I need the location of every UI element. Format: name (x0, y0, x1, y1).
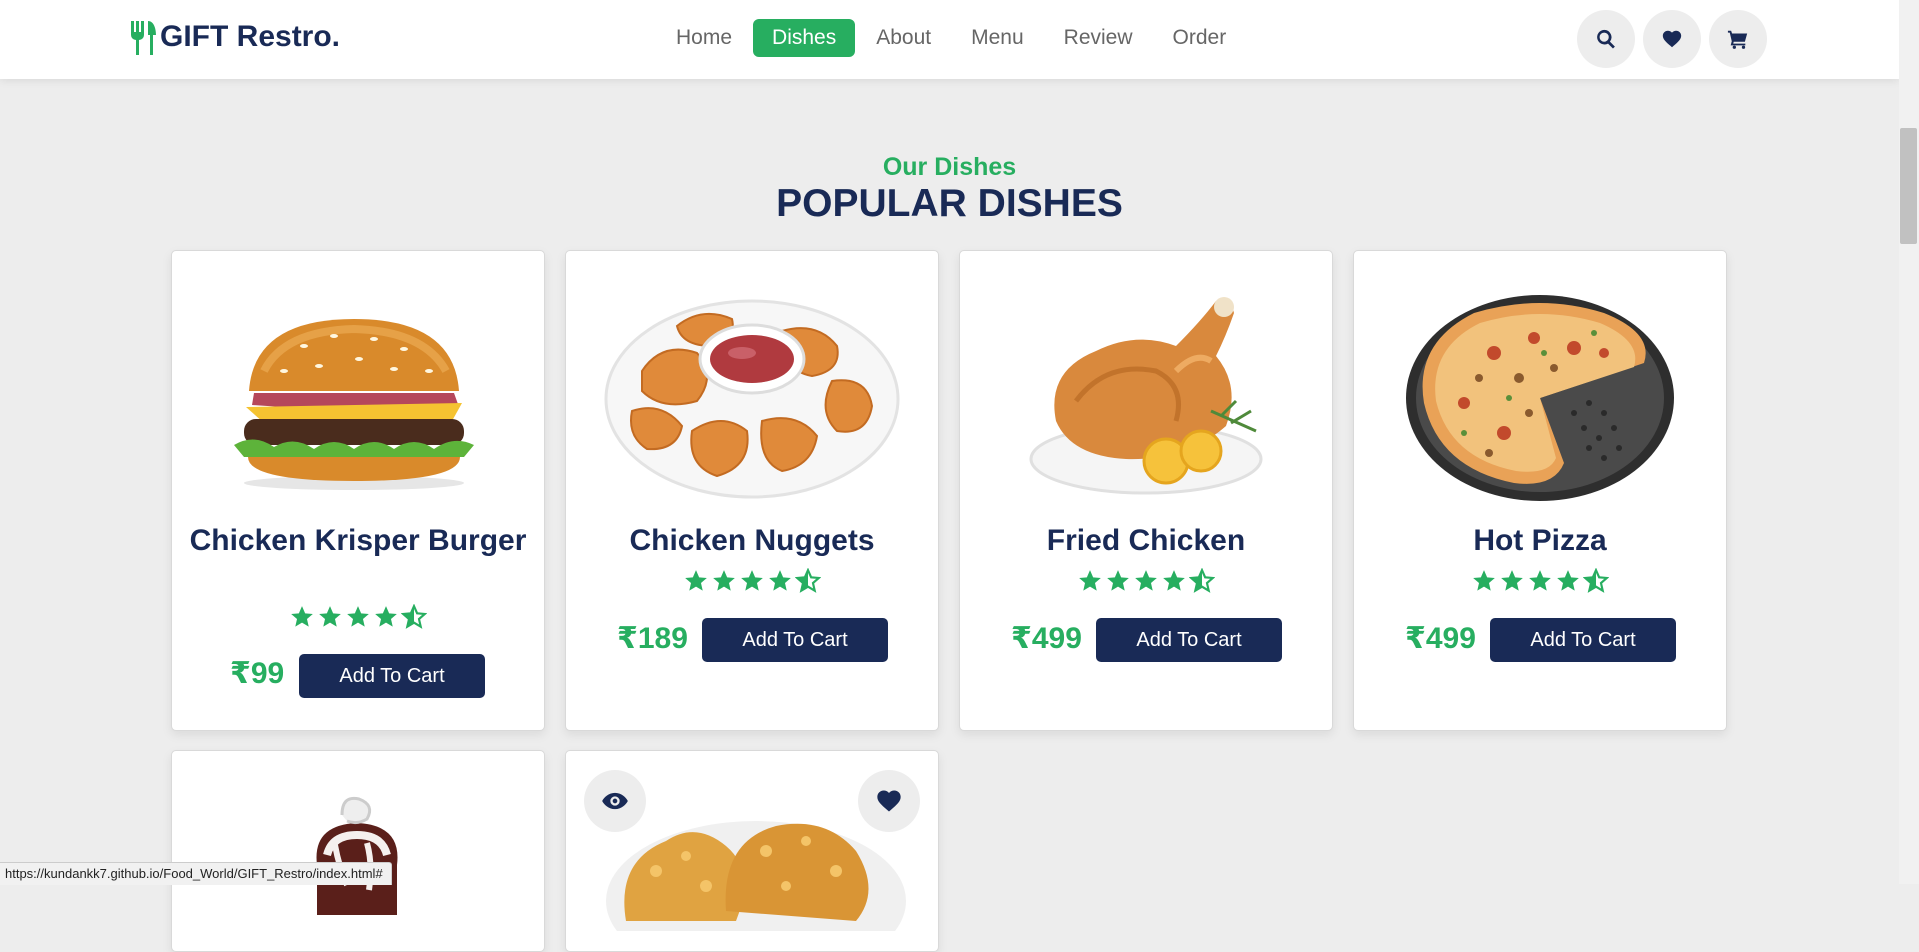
section-heading: POPULAR DISHES (776, 182, 1123, 225)
dish-price: ₹99 (230, 657, 285, 690)
dish-card (565, 750, 939, 952)
nuggets-image (604, 299, 900, 499)
shopping-cart-icon (1727, 30, 1748, 49)
dish-card: Chicken Krisper Burger ₹99 Add To Cart (171, 250, 545, 731)
dish-name: Fried Chicken (1046, 524, 1246, 557)
main-nav: Home Dishes About Menu Review Order (657, 19, 1247, 57)
heart-icon (877, 790, 901, 812)
site-header: GIFT Restro. Home Dishes About Menu Revi… (0, 0, 1899, 79)
star-half-icon (401, 604, 427, 629)
rating-stars (960, 568, 1332, 594)
search-icon (1597, 29, 1615, 49)
eye-icon (602, 792, 628, 810)
star-icon (1529, 570, 1551, 591)
logo[interactable]: GIFT Restro. (130, 19, 340, 55)
favorite-button[interactable] (858, 770, 920, 832)
cart-button[interactable] (1709, 10, 1767, 68)
burger-image (234, 319, 474, 490)
nav-about[interactable]: About (857, 19, 950, 57)
dish-price: ₹499 (1405, 622, 1476, 655)
star-icon (685, 570, 707, 591)
roast-chicken-image (1029, 297, 1263, 495)
dish-price: ₹189 (617, 622, 688, 655)
wishlist-button[interactable] (1643, 10, 1701, 68)
dish-card: Fried Chicken ₹499 Add To Cart (959, 250, 1333, 731)
star-icon (347, 606, 369, 627)
view-button[interactable] (584, 770, 646, 832)
dish-name: Hot Pizza (1473, 524, 1607, 557)
star-icon (1163, 570, 1185, 591)
dish-name: Chicken Krisper Burger (189, 524, 527, 557)
section-subheading: Our Dishes (882, 153, 1017, 181)
star-half-icon (1583, 568, 1609, 593)
star-icon (741, 570, 763, 591)
nav-order[interactable]: Order (1154, 19, 1246, 57)
pizza-image (1406, 295, 1674, 501)
heart-icon (1662, 30, 1682, 48)
dish-card: Chicken Nuggets ₹189 Add To Cart (565, 250, 939, 731)
star-icon (1135, 570, 1157, 591)
nav-home[interactable]: Home (657, 19, 751, 57)
dessert-image (316, 796, 398, 915)
star-icon (319, 606, 341, 627)
star-icon (1079, 570, 1101, 591)
dish-name: Chicken Nuggets (629, 524, 875, 557)
status-bar-url: https://kundankk7.github.io/Food_World/G… (0, 862, 392, 885)
star-icon (1473, 570, 1495, 591)
star-icon (1107, 570, 1129, 591)
add-to-cart-button[interactable]: Add To Cart (702, 618, 888, 662)
rating-stars (172, 604, 544, 630)
star-icon (375, 606, 397, 627)
nav-menu[interactable]: Menu (952, 19, 1043, 57)
dish-price: ₹499 (1011, 622, 1082, 655)
dish-card: Hot Pizza ₹499 Add To Cart (1353, 250, 1727, 731)
search-button[interactable] (1577, 10, 1635, 68)
star-icon (1557, 570, 1579, 591)
rating-stars (566, 568, 938, 594)
rating-stars (1354, 568, 1726, 594)
nav-dishes[interactable]: Dishes (753, 19, 856, 57)
logo-text: GIFT Restro. (160, 20, 341, 53)
star-icon (769, 570, 791, 591)
star-icon (291, 606, 313, 627)
add-to-cart-button[interactable]: Add To Cart (299, 654, 485, 698)
dish-card (171, 750, 545, 952)
star-icon (1501, 570, 1523, 591)
header-icons (1577, 10, 1775, 68)
star-half-icon (1189, 568, 1215, 593)
add-to-cart-button[interactable]: Add To Cart (1096, 618, 1282, 662)
add-to-cart-button[interactable]: Add To Cart (1490, 618, 1676, 662)
scrollbar-thumb[interactable] (1900, 128, 1917, 244)
star-icon (713, 570, 735, 591)
star-half-icon (795, 568, 821, 593)
utensils-icon (131, 21, 156, 55)
nav-review[interactable]: Review (1045, 19, 1152, 57)
